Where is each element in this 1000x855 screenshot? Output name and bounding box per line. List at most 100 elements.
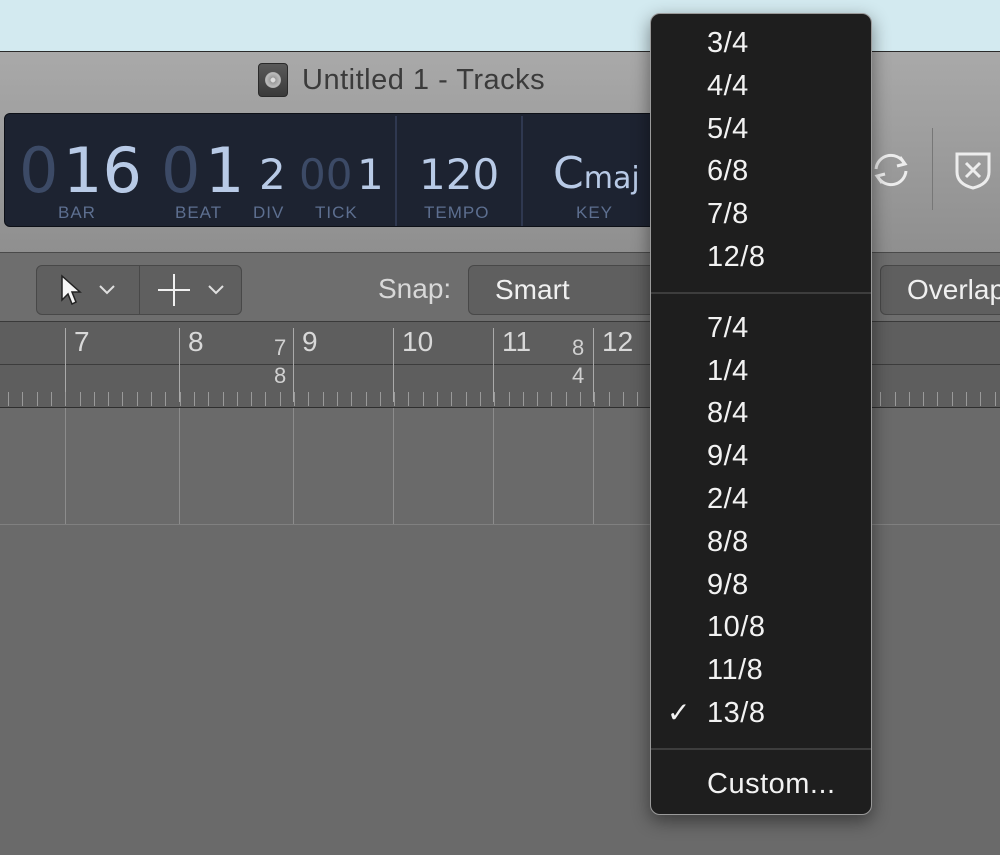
snap-label: Snap: [378, 273, 452, 304]
menu-item[interactable]: 7/8 [651, 193, 871, 236]
marquee-tool-menu[interactable] [139, 266, 241, 314]
menu-item-custom[interactable]: Custom... [651, 763, 871, 806]
cycle-button[interactable] [866, 135, 916, 205]
pointer-tool-icon [61, 274, 82, 306]
menu-item[interactable]: 6/8 [651, 150, 871, 193]
ruler-tick [637, 392, 638, 406]
window-title-text: Untitled 1 - Tracks [302, 63, 546, 96]
menu-item[interactable]: 8/4 [651, 392, 871, 435]
lcd-display[interactable]: 0 16 BAR 0 1 BEAT 2 DIV 00 1 TICK 120 TE… [4, 113, 664, 227]
bar-line [65, 328, 66, 402]
lcd-div-label: DIV [253, 203, 285, 222]
ruler-tick [480, 392, 481, 406]
ruler-tick [80, 392, 81, 406]
lcd-key-value[interactable]: Cmaj [553, 148, 640, 199]
ruler-tick [294, 392, 295, 406]
menu-item[interactable]: 1/4 [651, 350, 871, 393]
ruler-tick [937, 392, 938, 406]
grid-line [493, 408, 494, 524]
lcd-tick-label: TICK [315, 203, 358, 222]
grid-line [293, 408, 294, 524]
ruler-tick [437, 392, 438, 406]
ruler-tick [423, 392, 424, 406]
grid-line [393, 408, 394, 524]
menu-item[interactable]: 3/4 [651, 22, 871, 65]
ruler-tick [980, 392, 981, 406]
menu-item-checked[interactable]: ✓ 13/8 [651, 692, 871, 735]
ruler-tick [609, 392, 610, 406]
menu-separator [651, 279, 871, 307]
ruler-tick [566, 392, 567, 406]
menu-item[interactable]: 8/8 [651, 521, 871, 564]
ruler-tick [165, 392, 166, 406]
bar-number: 10 [402, 326, 434, 357]
ruler-tick [151, 392, 152, 406]
ruler-tick [251, 392, 252, 406]
ruler-tick [952, 392, 953, 406]
ruler-tick [494, 392, 495, 406]
bar-line [493, 328, 494, 402]
pointer-tool-menu[interactable] [37, 266, 139, 314]
snap-mode-select[interactable]: Smart [468, 265, 658, 315]
ruler-tick [8, 392, 9, 406]
ruler-tick [323, 392, 324, 406]
menu-item[interactable]: 9/4 [651, 435, 871, 478]
menu-item[interactable]: 7/4 [651, 307, 871, 350]
chevron-down-icon [207, 285, 224, 295]
menu-item[interactable]: 5/4 [651, 108, 871, 151]
ruler-tick [923, 392, 924, 406]
ruler-tick [451, 392, 452, 406]
crosshair-tool-icon [157, 274, 190, 306]
ruler-tick [523, 392, 524, 406]
grid-line [65, 408, 66, 524]
ruler-tick [394, 392, 395, 406]
bar-number: 12 [602, 326, 634, 357]
time-signature-marker[interactable]: 8 4 [572, 334, 584, 390]
checkmark-icon: ✓ [667, 696, 691, 728]
ruler-tick [122, 392, 123, 406]
time-signature-marker[interactable]: 7 8 [274, 334, 286, 390]
drag-mode-select[interactable]: Overlap [880, 265, 1000, 315]
menu-separator [651, 735, 871, 763]
ruler-tick [551, 392, 552, 406]
menu-item[interactable]: 12/8 [651, 236, 871, 279]
ruler-tick [880, 392, 881, 406]
close-shield-button[interactable] [948, 135, 998, 205]
menu-item[interactable]: 2/4 [651, 478, 871, 521]
menu-item[interactable]: 9/8 [651, 564, 871, 607]
tool-selector-group [36, 265, 242, 315]
menu-item[interactable]: 11/8 [651, 649, 871, 692]
grid-line [593, 408, 594, 524]
lcd-bar-value[interactable]: 16 [63, 134, 142, 207]
ruler-tick [366, 392, 367, 406]
lcd-beat-value[interactable]: 1 [205, 134, 244, 207]
ruler-tick [509, 392, 510, 406]
ruler-tick [94, 392, 95, 406]
menu-item[interactable]: 4/4 [651, 65, 871, 108]
bar-number: 9 [302, 326, 318, 357]
lcd-beat-label: BEAT [175, 203, 223, 222]
ruler-tick [537, 392, 538, 406]
bar-line [393, 328, 394, 402]
ruler-tick [909, 392, 910, 406]
lcd-div-value[interactable]: 2 [259, 150, 286, 199]
grid-line [179, 408, 180, 524]
project-file-icon [258, 63, 288, 97]
ruler-tick [995, 392, 996, 406]
ruler-tick [466, 392, 467, 406]
ruler-tick [280, 392, 281, 406]
lcd-tempo-value[interactable]: 120 [419, 150, 499, 199]
lcd-tempo-label: TEMPO [424, 203, 490, 222]
ruler-tick [137, 392, 138, 406]
lcd-bar-label: BAR [58, 203, 96, 222]
lcd-divider [395, 116, 397, 226]
cycle-icon [874, 153, 908, 187]
ruler-tick [623, 392, 624, 406]
lcd-tick-value[interactable]: 1 [357, 150, 384, 199]
bar-line [293, 328, 294, 402]
lcd-bar-leading: 0 [19, 134, 59, 207]
menu-item[interactable]: 10/8 [651, 606, 871, 649]
ruler-tick [22, 392, 23, 406]
ruler-tick [108, 392, 109, 406]
ruler-tick [237, 392, 238, 406]
